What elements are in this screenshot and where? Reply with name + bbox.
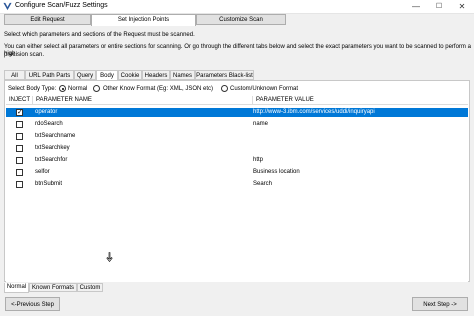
tab-body[interactable]: Body	[96, 70, 118, 80]
tab-url-path-parts[interactable]: URL Path Parts	[25, 70, 74, 80]
tab-edit-request[interactable]: Edit Request	[4, 14, 91, 25]
inject-checkbox[interactable]	[16, 157, 23, 164]
close-icon[interactable]: ✕	[451, 0, 473, 13]
tab-cookie[interactable]: Cookie	[118, 70, 142, 80]
inject-checkbox[interactable]	[16, 169, 23, 176]
table-row[interactable]: selfor Business location	[6, 168, 468, 177]
parameter-name: selfor	[35, 169, 50, 175]
radio-normal[interactable]	[59, 85, 66, 92]
parameter-name: txtSearchname	[35, 133, 76, 139]
tab-headers[interactable]: Headers	[142, 70, 170, 80]
inject-checkbox[interactable]	[16, 121, 23, 128]
app-logo-icon	[3, 2, 12, 11]
inject-checkbox[interactable]	[16, 108, 23, 117]
table-row[interactable]: txtSearchfor http	[6, 156, 468, 165]
instructions-line-2: You can either select all parameters or …	[4, 44, 471, 57]
parameter-name: btnSubmit	[35, 181, 63, 187]
parameter-value: http://www-3.ibm.com/services/uddi/inqui…	[253, 109, 375, 115]
instructions-line-3: precision scan.	[4, 52, 45, 58]
inject-checkbox[interactable]	[16, 181, 23, 188]
window-title: Configure Scan/Fuzz Settings	[15, 2, 108, 9]
tab-normal[interactable]: Normal	[4, 283, 29, 293]
tab-query[interactable]: Query	[74, 70, 96, 80]
radio-normal-label[interactable]: Normal	[68, 85, 87, 93]
radio-other-known-format[interactable]	[93, 85, 100, 92]
column-header-inject[interactable]: INJECT	[6, 96, 33, 105]
parameters-grid: INJECT PARAMETER NAME PARAMETER VALUE op…	[6, 96, 468, 282]
instructions-line-1: Select which parameters and sections of …	[4, 32, 195, 38]
parameter-value: name	[253, 121, 269, 127]
radio-custom-unknown-format-label[interactable]: Custom/Unknown Format	[230, 85, 298, 93]
column-header-parameter-value[interactable]: PARAMETER VALUE	[253, 96, 468, 105]
parameter-name: txtSearchfor	[35, 157, 68, 163]
title-bar: Configure Scan/Fuzz Settings — ☐ ✕	[0, 0, 474, 14]
next-step-button[interactable]: Next Step ->	[412, 297, 468, 311]
inject-checkbox[interactable]	[16, 133, 23, 140]
tab-parameters-blacklist[interactable]: Parameters Black-list	[195, 70, 254, 80]
body-type-label: Select Body Type:	[8, 86, 57, 92]
tab-known-formats[interactable]: Known Formats	[29, 283, 77, 292]
parameter-value: Search	[253, 181, 273, 187]
parameter-value: http	[253, 157, 264, 163]
column-header-parameter-name[interactable]: PARAMETER NAME	[33, 96, 253, 105]
mouse-cursor-icon	[106, 252, 113, 262]
main-tab-strip: Edit Request Set Injection Points Custom…	[4, 14, 472, 26]
maximize-icon[interactable]: ☐	[428, 0, 450, 13]
table-row[interactable]: txtSearchname	[6, 132, 468, 141]
radio-other-known-format-label[interactable]: Other Know Format (Eg: XML, JSON etc)	[103, 85, 213, 93]
inject-checkbox[interactable]	[16, 145, 23, 152]
table-row[interactable]: txtSearchkey	[6, 144, 468, 153]
tab-set-injection-points[interactable]: Set Injection Points	[91, 14, 196, 26]
tab-customize-scan[interactable]: Customize Scan	[196, 14, 286, 25]
radio-custom-unknown-format[interactable]	[221, 85, 228, 92]
parameter-name: rdoSearch	[35, 121, 63, 127]
parameter-name: operator	[35, 109, 58, 115]
table-row[interactable]: operator http://www-3.ibm.com/services/u…	[6, 108, 468, 117]
table-row[interactable]: rdoSearch name	[6, 120, 468, 129]
tab-custom[interactable]: Custom	[77, 283, 103, 292]
tab-all[interactable]: All	[4, 70, 25, 80]
minimize-icon[interactable]: —	[405, 0, 427, 13]
tab-names[interactable]: Names	[170, 70, 195, 80]
parameter-value: Business location	[253, 169, 300, 175]
previous-step-button[interactable]: <-Previous Step	[5, 297, 60, 311]
parameter-name: txtSearchkey	[35, 145, 70, 151]
table-row[interactable]: btnSubmit Search	[6, 180, 468, 189]
